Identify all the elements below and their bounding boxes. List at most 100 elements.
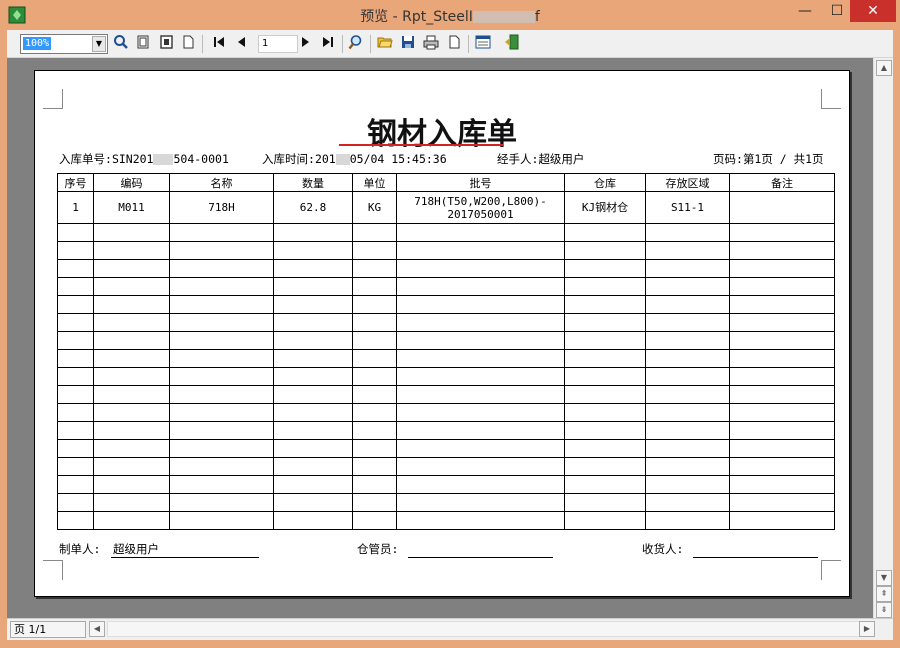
exit-icon[interactable] bbox=[502, 34, 522, 54]
empty-cell bbox=[93, 403, 170, 422]
empty-cell bbox=[396, 295, 565, 314]
print-icon[interactable] bbox=[421, 34, 441, 54]
export-icon[interactable] bbox=[473, 34, 493, 54]
next-page-scroll-icon[interactable]: ⇟ bbox=[876, 602, 892, 618]
status-bar: 页 1/1 ◀ ▶ bbox=[7, 618, 893, 640]
receipt-time-value-a: 201 bbox=[314, 152, 336, 166]
scroll-left-icon[interactable]: ◀ bbox=[89, 621, 105, 637]
scroll-up-icon[interactable]: ▲ bbox=[876, 60, 892, 76]
two-page-icon[interactable] bbox=[157, 34, 177, 54]
one-page-icon[interactable] bbox=[178, 34, 198, 54]
prev-page-scroll-icon[interactable]: ⇞ bbox=[876, 586, 892, 602]
column-header: 数量 bbox=[273, 173, 353, 192]
empty-cell bbox=[352, 241, 397, 260]
page-setup-icon[interactable] bbox=[444, 34, 464, 54]
empty-cell bbox=[564, 367, 646, 386]
zoom-select[interactable]: 100% ▼ bbox=[20, 34, 108, 54]
redaction-mask bbox=[153, 154, 174, 165]
empty-cell bbox=[273, 277, 353, 296]
receipt-number-label: 入库单号: bbox=[59, 152, 112, 166]
empty-cell bbox=[396, 493, 565, 512]
empty-cell bbox=[645, 223, 730, 242]
empty-cell bbox=[396, 241, 565, 260]
prev-page-icon[interactable] bbox=[232, 34, 252, 54]
empty-cell bbox=[169, 331, 274, 350]
table-row-empty bbox=[57, 277, 835, 296]
empty-cell bbox=[57, 439, 94, 458]
empty-cell bbox=[396, 259, 565, 278]
empty-cell bbox=[396, 223, 565, 242]
empty-cell bbox=[564, 277, 646, 296]
empty-cell bbox=[729, 403, 835, 422]
empty-cell bbox=[396, 385, 565, 404]
maximize-button[interactable]: ☐ bbox=[822, 0, 852, 22]
empty-cell bbox=[396, 331, 565, 350]
empty-cell bbox=[729, 331, 835, 350]
find-icon[interactable] bbox=[346, 34, 366, 54]
stock-in-table: 序号 编码 名称 数量 单位 批号 仓库 存放区域 备注 1 M011 718H… bbox=[57, 173, 835, 530]
save-icon[interactable] bbox=[398, 34, 418, 54]
redaction-mask bbox=[472, 11, 535, 23]
cell-batch-line-1: 718H(T50,W200,L800)- bbox=[414, 194, 547, 208]
empty-cell bbox=[564, 349, 646, 368]
empty-cell bbox=[352, 223, 397, 242]
empty-cell bbox=[645, 349, 730, 368]
empty-cell bbox=[169, 511, 274, 530]
empty-cell bbox=[57, 223, 94, 242]
empty-cell bbox=[93, 223, 170, 242]
window-title-text: 预览 - Rpt_SteelI bbox=[360, 9, 473, 25]
empty-cell bbox=[645, 421, 730, 440]
empty-cell bbox=[169, 493, 274, 512]
horizontal-scrollbar[interactable] bbox=[107, 621, 865, 637]
first-page-icon[interactable] bbox=[209, 34, 229, 54]
receipt-number: 入库单号:SIN201 504-0001 bbox=[59, 151, 229, 167]
empty-cell bbox=[93, 475, 170, 494]
minimize-button[interactable]: — bbox=[790, 0, 820, 22]
cell-remark bbox=[729, 191, 835, 224]
receipt-time-value-b: 05/04 15:45:36 bbox=[349, 152, 447, 166]
last-page-icon[interactable] bbox=[318, 34, 338, 54]
toolbar-separator bbox=[370, 35, 371, 53]
empty-cell bbox=[729, 295, 835, 314]
empty-cell bbox=[169, 259, 274, 278]
column-header: 批号 bbox=[396, 173, 565, 192]
handler-label: 经手人: bbox=[497, 152, 539, 166]
empty-cell bbox=[273, 475, 353, 494]
chevron-down-icon[interactable]: ▼ bbox=[92, 36, 106, 52]
table-row-empty bbox=[57, 349, 835, 368]
empty-cell bbox=[93, 511, 170, 530]
page-number-input[interactable]: 1 bbox=[258, 35, 298, 53]
empty-cell bbox=[169, 241, 274, 260]
zoom-in-icon[interactable] bbox=[111, 34, 131, 54]
empty-cell bbox=[57, 457, 94, 476]
empty-cell bbox=[645, 367, 730, 386]
vertical-scrollbar[interactable]: ▲ ▼ ⇞ ⇟ bbox=[873, 58, 893, 618]
empty-cell bbox=[645, 475, 730, 494]
empty-cell bbox=[729, 223, 835, 242]
empty-cell bbox=[57, 241, 94, 260]
empty-cell bbox=[93, 421, 170, 440]
scroll-down-icon[interactable]: ▼ bbox=[876, 570, 892, 586]
column-header: 序号 bbox=[57, 173, 94, 192]
open-icon[interactable] bbox=[375, 34, 395, 54]
empty-cell bbox=[645, 331, 730, 350]
empty-cell bbox=[169, 313, 274, 332]
empty-cell bbox=[729, 511, 835, 530]
zoom-value: 100% bbox=[23, 37, 52, 50]
empty-cell bbox=[57, 331, 94, 350]
empty-cell bbox=[169, 457, 274, 476]
empty-cell bbox=[564, 295, 646, 314]
crop-mark bbox=[43, 89, 63, 109]
empty-cell bbox=[564, 313, 646, 332]
next-page-icon[interactable] bbox=[295, 34, 315, 54]
window-titlebar: 预览 - Rpt_SteelI f — ☐ ✕ bbox=[0, 0, 900, 30]
report-title: 钢材入库单 bbox=[367, 117, 517, 152]
scroll-right-icon[interactable]: ▶ bbox=[859, 621, 875, 637]
close-button[interactable]: ✕ bbox=[850, 0, 896, 22]
page-width-icon[interactable] bbox=[133, 34, 153, 54]
empty-cell bbox=[564, 385, 646, 404]
empty-cell bbox=[645, 511, 730, 530]
empty-cell bbox=[57, 295, 94, 314]
empty-cell bbox=[273, 241, 353, 260]
receipt-number-value-b: 504-0001 bbox=[173, 152, 229, 166]
